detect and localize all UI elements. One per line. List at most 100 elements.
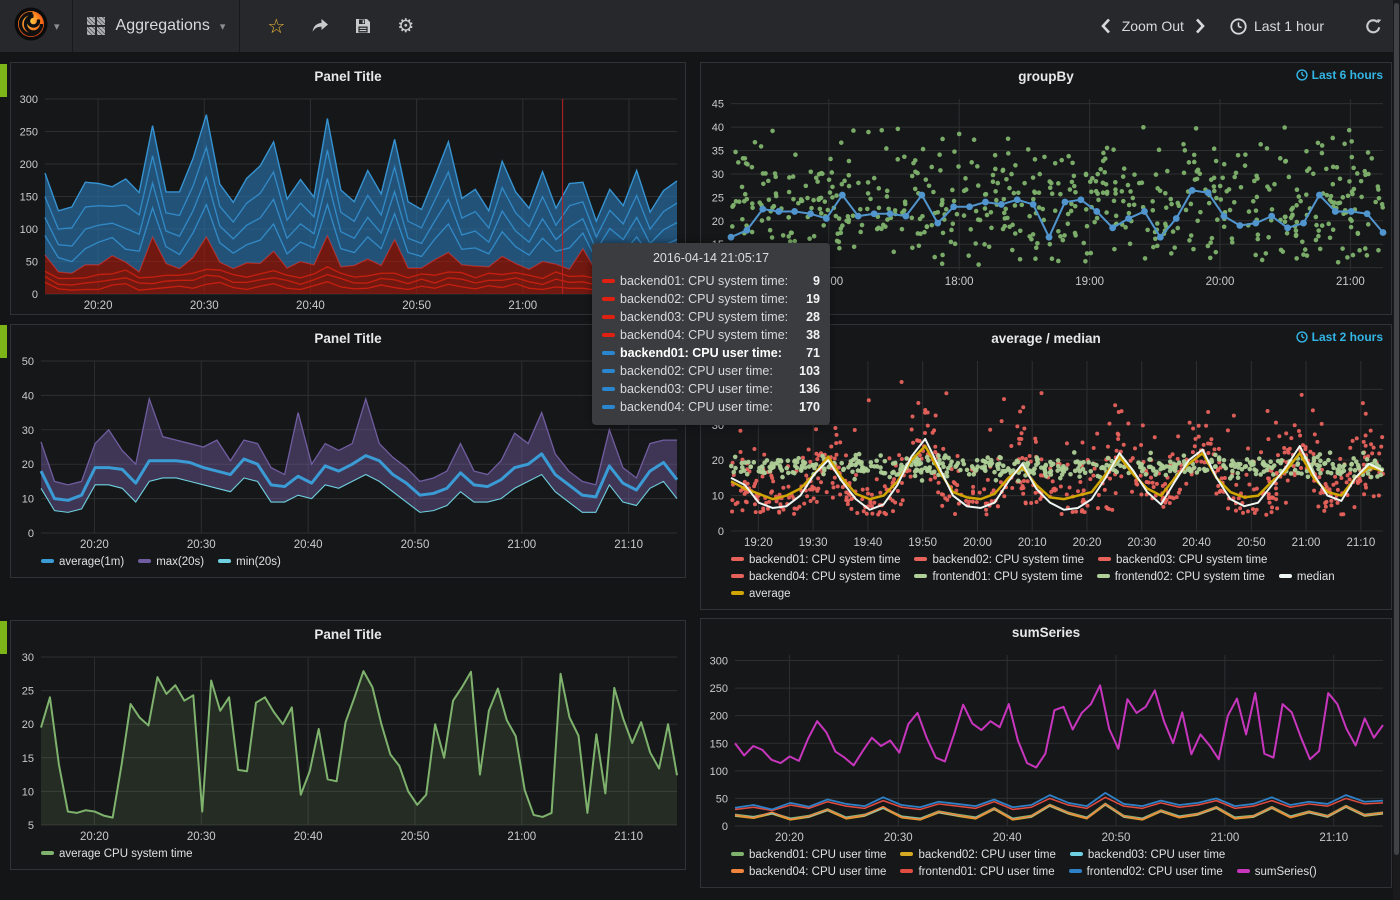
y-axis-label: 30 [22,425,34,437]
scrollbar-thumb[interactable] [1394,3,1399,855]
panel-header: Panel Title [11,621,685,647]
legend-item[interactable]: average [731,586,791,603]
tooltip-timestamp: 2016-04-14 21:05:17 [602,251,820,265]
legend-item[interactable]: backend02: CPU user time [900,847,1055,864]
legend: backend01: CPU system time backend02: CPU… [701,551,1391,609]
y-axis-label: 10 [712,491,724,503]
x-axis-label: 20:50 [1237,537,1266,549]
legend: backend01: CPU user time backend02: CPU u… [701,846,1391,887]
timepicker-button[interactable]: Last 1 hour [1230,18,1334,35]
chevron-down-icon: ▾ [220,20,226,33]
legend-item[interactable]: backend02: CPU system time [914,552,1083,569]
x-axis-label: 20:20 [1073,537,1102,549]
panel-time-badge[interactable]: Last 6 hours [1296,68,1383,82]
series-color-swatch [41,559,54,563]
star-icon[interactable]: ☆ [267,14,285,39]
legend-item[interactable]: backend04: CPU system time [731,569,900,586]
y-axis-label: 50 [22,356,34,368]
legend-item[interactable]: average(1m) [41,554,124,571]
panel-title[interactable]: groupBy [1018,69,1074,84]
y-axis-label: 200 [710,711,728,723]
series-color-swatch [602,387,615,391]
y-axis-label: 200 [20,159,38,171]
graph-canvas[interactable]: 0102030405020:2020:3020:4020:5021:0021:1… [11,351,685,553]
series-color-swatch [602,315,615,319]
graph-tooltip: 2016-04-14 21:05:17 backend01: CPU syste… [592,243,830,425]
x-axis-label: 20:40 [296,300,325,312]
panel-time-badge[interactable]: Last 2 hours [1296,330,1383,344]
series-color-swatch [731,591,744,595]
graph-canvas[interactable]: 5101520253020:2020:3020:4020:5021:0021:1… [11,647,685,845]
time-forward-icon[interactable] [1194,17,1206,35]
legend-item[interactable]: backend03: CPU user time [1070,847,1225,864]
series-color-swatch [218,559,231,563]
x-axis-label: 21:10 [1346,537,1375,549]
series-color-swatch [1069,869,1082,873]
x-axis-label: 20:10 [1018,537,1047,549]
tooltip-series-row: backend04: CPU user time:170 [602,398,820,416]
legend-item[interactable]: backend01: CPU user time [731,847,886,864]
time-back-icon[interactable] [1100,17,1112,35]
dashboard-title: Aggregations [116,17,210,35]
tooltip-series-row: backend04: CPU system time:38 [602,326,820,344]
legend-item[interactable]: frontend02: CPU user time [1069,864,1223,881]
dashboard-grid-icon [87,17,106,36]
row-control[interactable] [0,64,7,97]
x-axis-label: 19:30 [799,537,828,549]
panel-title[interactable]: average / median [991,331,1101,346]
share-icon[interactable] [311,18,329,35]
panel-title[interactable]: Panel Title [314,69,381,84]
legend-item[interactable]: median [1279,569,1335,586]
refresh-icon[interactable] [1365,18,1382,35]
clock-icon [1230,18,1247,35]
y-axis-label: 250 [20,127,38,139]
y-axis-label: 10 [22,786,34,798]
y-axis-label: 150 [710,738,728,750]
x-axis-label: 20:30 [1127,537,1156,549]
legend-item[interactable]: average CPU system time [41,846,193,863]
legend-item[interactable]: backend01: CPU system time [731,552,900,569]
legend-item[interactable]: min(20s) [218,554,281,571]
x-axis-label: 19:50 [908,537,937,549]
panel-title[interactable]: Panel Title [314,331,381,346]
x-axis-label: 20:30 [187,831,216,843]
row-control[interactable] [0,325,7,358]
series-color-swatch [731,852,744,856]
legend-item[interactable]: frontend02: CPU system time [1097,569,1265,586]
legend-item[interactable]: frontend01: CPU user time [900,864,1054,881]
legend-item[interactable]: max(20s) [138,554,204,571]
save-icon[interactable] [355,18,371,34]
page-scrollbar[interactable] [1393,0,1400,900]
panel-average-cpu: Panel Title 5101520253020:2020:3020:4020… [10,620,686,870]
gear-icon[interactable]: ⚙ [397,15,414,38]
legend-item[interactable]: frontend01: CPU system time [914,569,1082,586]
legend: average(1m) max(20s) min(20s) [11,553,685,577]
series-color-swatch [602,369,615,373]
row-control[interactable] [0,621,7,654]
x-axis-label: 20:00 [963,537,992,549]
y-axis-label: 40 [22,390,34,402]
navbar: ▾ Aggregations ▾ ☆ ⚙ Zoom Out [0,0,1400,52]
y-axis-label: 300 [710,656,728,668]
series-color-swatch [602,333,615,337]
x-axis-label: 20:20 [80,539,109,551]
panel-title[interactable]: sumSeries [1012,625,1080,640]
series-color-swatch [602,279,615,283]
y-axis-label: 250 [710,683,728,695]
x-axis-label: 20:20 [84,300,113,312]
x-axis-label: 21:00 [1336,276,1365,288]
zoom-out-button[interactable]: Zoom Out [1122,18,1184,34]
graph-canvas[interactable]: 05010015020025030020:2020:3020:4020:5021… [11,89,685,314]
y-axis-label: 30 [712,169,724,181]
panel-title[interactable]: Panel Title [314,627,381,642]
grafana-menu[interactable]: ▾ [0,0,73,52]
graph-canvas[interactable]: 05010015020025030020:2020:3020:4020:5021… [701,645,1391,846]
y-axis-label: 0 [722,821,728,833]
line-series [41,671,677,825]
tooltip-series-row: backend03: CPU user time:136 [602,380,820,398]
dashboard-picker[interactable]: Aggregations ▾ [73,0,241,52]
legend-item[interactable]: sumSeries() [1237,864,1317,881]
legend-item[interactable]: backend04: CPU user time [731,864,886,881]
y-axis-label: 25 [22,686,34,698]
legend-item[interactable]: backend03: CPU system time [1098,552,1267,569]
